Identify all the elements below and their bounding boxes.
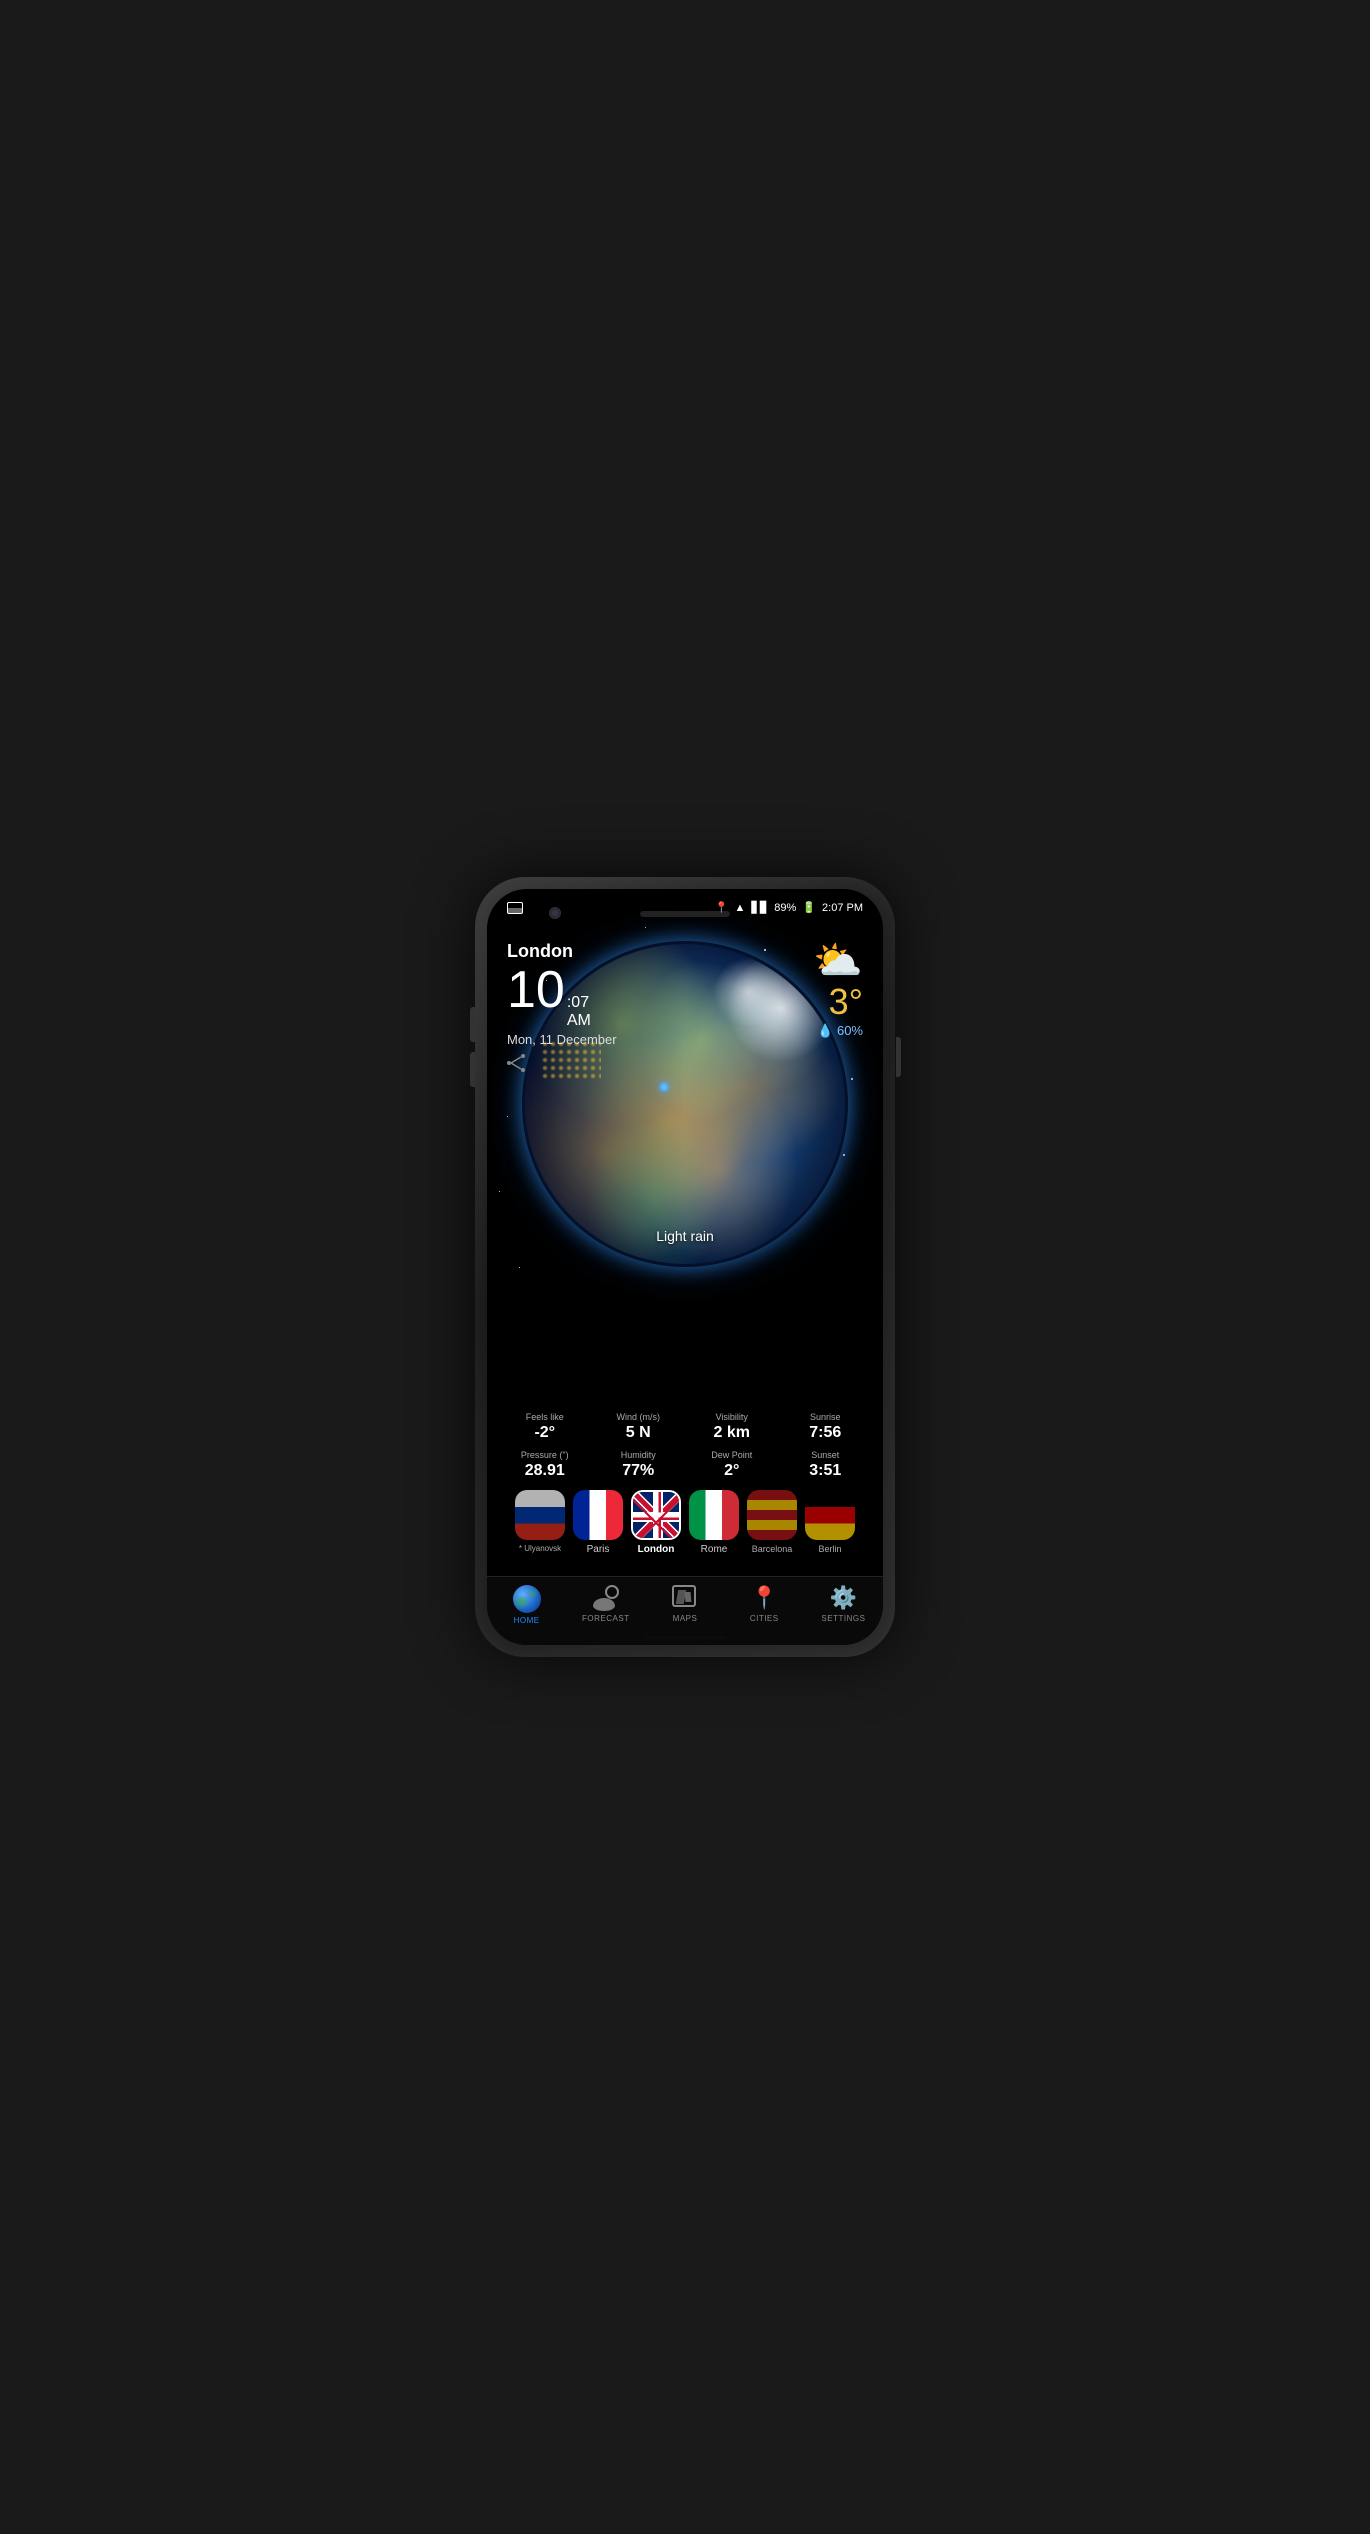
nav-cities[interactable]: 📍 CITIES (725, 1585, 804, 1625)
visibility-label: Visibility (689, 1412, 775, 1422)
humidity-stat-label: Humidity (596, 1450, 682, 1460)
flag-es (747, 1490, 797, 1540)
home-icon (513, 1585, 541, 1613)
pressure-stat: Pressure (") 28.91 (502, 1450, 588, 1480)
city-item-ulyanovsk[interactable]: * Ulyanovsk (515, 1490, 565, 1555)
battery-icon: 🔋 (802, 901, 816, 914)
volume-up-button[interactable] (470, 1007, 475, 1042)
visibility-value: 2 km (689, 1424, 775, 1442)
pressure-value: 28.91 (502, 1462, 588, 1480)
app-screen: 📍 ▲ ▋▊ 89% 🔋 2:07 PM London 10 :07 (487, 889, 883, 1645)
pressure-label: Pressure (") (502, 1450, 588, 1460)
time-display: 10 :07 AM (507, 964, 617, 1030)
time-minute: :07 (567, 994, 591, 1012)
status-bar: 📍 ▲ ▋▊ 89% 🔋 2:07 PM (487, 889, 883, 920)
date-display: Mon, 11 December (507, 1032, 617, 1047)
city-label-barcelona: Barcelona (752, 1544, 793, 1554)
humidity-percent: 60% (837, 1023, 863, 1038)
city-item-berlin[interactable]: Berlin (805, 1490, 855, 1555)
city-item-barcelona[interactable]: Barcelona (747, 1490, 797, 1555)
volume-down-button[interactable] (470, 1052, 475, 1087)
city-item-london[interactable]: London (631, 1490, 681, 1555)
city-item-rome[interactable]: Rome (689, 1490, 739, 1555)
status-right: 📍 ▲ ▋▊ 89% 🔋 2:07 PM (715, 901, 863, 914)
power-button[interactable] (896, 1037, 901, 1077)
location-marker (659, 1082, 669, 1092)
share-button[interactable] (507, 1054, 527, 1077)
flag-it (689, 1490, 739, 1540)
sunrise-label: Sunrise (783, 1412, 869, 1422)
nav-settings[interactable]: ⚙️ SETTINGS (804, 1585, 883, 1625)
city-time-block: London 10 :07 AM Mon, 11 December (507, 941, 617, 1047)
dew-point-value: 2° (689, 1462, 775, 1480)
city-label-berlin: Berlin (818, 1544, 841, 1554)
cities-icon: 📍 (751, 1585, 778, 1611)
nav-forecast[interactable]: FORECAST (566, 1585, 645, 1625)
feels-like-label: Feels like (502, 1412, 588, 1422)
dew-point-label: Dew Point (689, 1450, 775, 1460)
nav-maps[interactable]: MAPS (645, 1585, 724, 1625)
clock-time: 2:07 PM (822, 902, 863, 914)
notification-icon (507, 902, 523, 914)
city-label-rome: Rome (701, 1544, 728, 1555)
feels-like-value: -2° (502, 1424, 588, 1442)
city-label-london: London (638, 1544, 675, 1555)
city-label-paris: Paris (587, 1544, 610, 1555)
wind-stat: Wind (m/s) 5 N (596, 1412, 682, 1442)
weather-cloud-icon: ⛅ (813, 941, 863, 981)
forecast-icon (593, 1585, 619, 1611)
city-item-paris[interactable]: Paris (573, 1490, 623, 1555)
flag-fr (573, 1490, 623, 1540)
signal-bars: ▋▊ (751, 901, 768, 914)
city-name: London (507, 941, 617, 962)
wind-value: 5 N (596, 1424, 682, 1442)
weather-condition-label: Light rain (656, 1228, 714, 1244)
location-icon: 📍 (715, 901, 729, 914)
nav-home[interactable]: HOME (487, 1585, 566, 1625)
flag-de (805, 1490, 855, 1540)
sunset-label: Sunset (783, 1450, 869, 1460)
humidity-stat: Humidity 77% (596, 1450, 682, 1480)
phone-screen-inner: 📍 ▲ ▋▊ 89% 🔋 2:07 PM London 10 :07 (487, 889, 883, 1645)
nav-cities-label: CITIES (750, 1614, 779, 1623)
nav-maps-label: MAPS (673, 1614, 698, 1623)
sunrise-value: 7:56 (783, 1424, 869, 1442)
city-label-ulyanovsk: * Ulyanovsk (519, 1544, 561, 1553)
flag-uk (631, 1490, 681, 1540)
wifi-icon: ▲ (734, 902, 745, 914)
time-hour: 10 (507, 964, 565, 1016)
flag-ru (515, 1490, 565, 1540)
humidity-stat-value: 77% (596, 1462, 682, 1480)
nav-forecast-label: FORECAST (582, 1614, 630, 1623)
sunset-value: 3:51 (783, 1462, 869, 1480)
temperature-display: 3° (829, 981, 863, 1023)
weather-widget: ⛅ 3° 💧 60% (813, 941, 863, 1039)
humidity-display: 💧 60% (817, 1023, 863, 1039)
phone-device: 📍 ▲ ▋▊ 89% 🔋 2:07 PM London 10 :07 (475, 877, 895, 1657)
wind-label: Wind (m/s) (596, 1412, 682, 1422)
time-ampm: AM (567, 1012, 591, 1030)
sunset-stat: Sunset 3:51 (783, 1450, 869, 1480)
bottom-navigation: HOME FORECAST (487, 1576, 883, 1645)
settings-icon: ⚙️ (830, 1585, 857, 1611)
visibility-stat: Visibility 2 km (689, 1412, 775, 1442)
sunrise-stat: Sunrise 7:56 (783, 1412, 869, 1442)
status-left (507, 902, 523, 914)
nav-settings-label: SETTINGS (821, 1614, 865, 1623)
city-selector: * Ulyanovsk Paris (487, 1490, 883, 1555)
feels-like-stat: Feels like -2° (502, 1412, 588, 1442)
weather-stats-grid: Feels like -2° Wind (m/s) 5 N Visibility… (487, 1412, 883, 1480)
nav-home-label: HOME (514, 1616, 540, 1625)
dew-point-stat: Dew Point 2° (689, 1450, 775, 1480)
battery-percent: 89% (774, 902, 796, 914)
maps-icon (672, 1585, 698, 1611)
